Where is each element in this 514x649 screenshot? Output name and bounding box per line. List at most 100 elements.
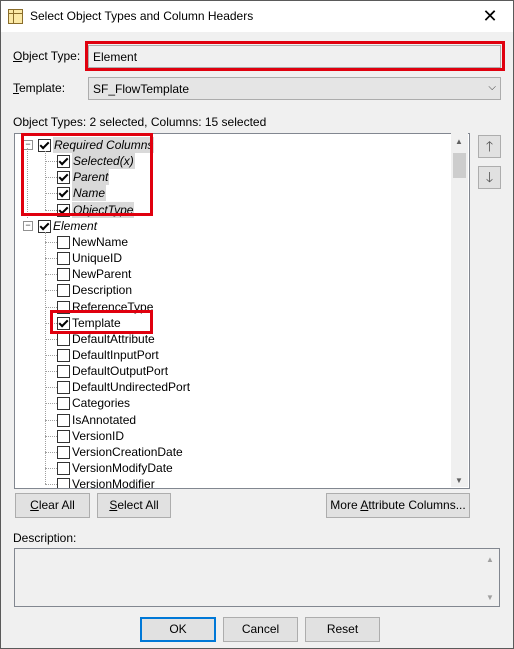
tree-item-label: DefaultAttribute [72,331,155,346]
tree-item-checkbox[interactable] [57,365,70,379]
template-select[interactable]: SF_FlowTemplate ⌵ [88,77,501,100]
tree-scrollbar[interactable]: ▲ ▼ [451,133,468,487]
object-type-value: Element [93,50,138,64]
tree-item-row[interactable]: VersionModifier [15,476,445,489]
tree-item-checkbox[interactable] [57,300,70,314]
description-label: Description: [13,531,77,545]
tree-item-row[interactable]: VersionID [15,428,445,444]
tree-connector [45,338,57,340]
tree-item-row[interactable]: Parent [15,169,445,186]
tree-item-label: DefaultOutputPort [72,364,169,379]
tree-group-label: Element [53,218,98,233]
tree-item-row[interactable]: VersionCreationDate [15,444,445,460]
close-icon[interactable]: ✕ [467,1,513,32]
tree-item-label: Selected(x) [72,153,135,170]
tree-connector [45,419,57,421]
collapse-icon[interactable]: − [23,220,33,231]
tree-item-label: NewName [72,234,129,249]
more-attribute-columns-button[interactable]: More Attribute Columns... [326,493,470,518]
tree-item-checkbox[interactable] [57,203,70,217]
tree-item-row[interactable]: ObjectType [15,201,445,218]
tree-item-checkbox[interactable] [57,155,70,169]
dialog-title: Select Object Types and Column Headers [30,9,254,23]
select-all-button[interactable]: Select All [97,493,171,518]
description-scrollbar[interactable]: ▲ ▼ [482,549,499,606]
tree-connector [45,241,57,243]
column-tree[interactable]: − Required Columns Selected(x) Parent Name Ob… [14,133,470,489]
tree-connector [45,322,57,324]
arrow-down-icon: 🡓 [485,169,494,185]
tree-item-row[interactable]: Description [15,282,445,298]
tree-group-row[interactable]: − Required Columns [15,137,445,153]
tree-connector [45,161,57,163]
tree-item-checkbox[interactable] [57,462,70,475]
ok-button[interactable]: OK [140,617,216,642]
tree-item-label: NewParent [72,267,132,282]
scroll-thumb[interactable] [453,153,466,178]
tree-item-checkbox[interactable] [57,284,70,298]
tree-item-checkbox[interactable] [57,445,70,459]
tree-item-row[interactable]: Template [15,315,445,331]
template-value: SF_FlowTemplate [93,82,190,96]
tree-item-checkbox[interactable] [57,478,70,488]
tree-connector [45,151,46,210]
tree-item-checkbox[interactable] [57,187,70,201]
tree-item-label: ReferenceType [72,299,154,314]
tree-item-checkbox[interactable] [57,235,70,249]
tree-item-checkbox[interactable] [57,316,70,330]
tree-item-row[interactable]: Categories [15,395,445,411]
tree-connector [45,258,57,260]
object-type-field[interactable]: Element [88,45,501,68]
dialog-table-icon [8,9,23,24]
tree-connector [45,451,57,453]
tree-item-checkbox[interactable] [57,348,70,362]
cancel-button[interactable]: Cancel [223,617,298,642]
tree-connector [45,290,57,292]
tree-item-checkbox[interactable] [57,397,70,411]
scroll-up-icon[interactable]: ▲ [455,137,463,146]
object-type-label: Object Type: [13,49,81,63]
tree-item-checkbox[interactable] [57,252,70,266]
template-label: Template: [13,81,66,95]
tree-item-row[interactable]: Name [15,185,445,202]
tree-item-row[interactable]: NewParent [15,266,445,282]
tree-item-label: VersionID [72,428,125,443]
tree-item-row[interactable]: DefaultUndirectedPort [15,379,445,395]
move-up-button[interactable]: 🡑 [478,135,501,158]
tree-connector [45,484,57,486]
tree-item-checkbox[interactable] [57,413,70,427]
tree-item-label: IsAnnotated [72,412,137,427]
tree-item-row[interactable]: VersionModifyDate [15,460,445,476]
tree-item-row[interactable]: DefaultInputPort [15,347,445,363]
tree-item-row[interactable]: DefaultOutputPort [15,363,445,379]
scroll-up-icon[interactable]: ▲ [486,555,494,564]
clear-all-button[interactable]: Clear All [15,493,90,518]
tree-item-checkbox[interactable] [57,381,70,395]
tree-item-checkbox[interactable] [57,429,70,443]
tree-item-row[interactable]: ReferenceType [15,299,445,315]
scroll-down-icon[interactable]: ▼ [455,476,463,485]
tree-item-row[interactable]: IsAnnotated [15,412,445,428]
tree-connector [45,435,57,437]
description-field[interactable]: ▲ ▼ [14,548,500,607]
tree-item-row[interactable]: NewName [15,234,445,250]
tree-item-label: VersionModifier [72,477,155,489]
tree-item-checkbox[interactable] [57,171,70,185]
tree-connector [45,354,57,356]
tree-item-row[interactable]: DefaultAttribute [15,331,445,347]
tree-item-label: DefaultInputPort [72,347,159,362]
reset-button[interactable]: Reset [305,617,380,642]
tree-item-row[interactable]: Selected(x) [15,153,445,170]
tree-group-row[interactable]: − Element [15,218,445,234]
arrow-up-icon: 🡑 [485,138,494,154]
tree-item-checkbox[interactable] [57,332,70,346]
tree-group-label: Required Columns [53,137,155,153]
collapse-icon[interactable]: − [23,140,33,150]
tree-item-row[interactable]: UniqueID [15,250,445,266]
tree-item-label: Template [72,315,121,330]
tree-item-label: Categories [72,396,131,411]
move-down-button[interactable]: 🡓 [478,166,501,189]
scroll-down-icon[interactable]: ▼ [486,593,494,602]
tree-connector [45,387,57,389]
tree-item-checkbox[interactable] [57,268,70,282]
